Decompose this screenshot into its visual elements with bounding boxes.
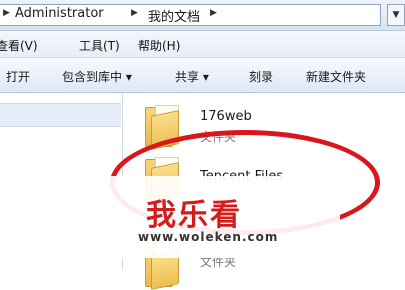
file-name-176web[interactable]: 176web bbox=[200, 109, 252, 124]
watermark-url: www.woleken.com bbox=[138, 230, 279, 244]
watermark-overlay: 我乐看 www.woleken.com bbox=[14, 176, 340, 258]
menu-view[interactable]: 查看(V) bbox=[0, 37, 38, 54]
menu-bar: 查看(V) 工具(T) 帮助(H) bbox=[0, 31, 405, 58]
breadcrumb-separator-icon[interactable]: ▶ bbox=[210, 8, 217, 18]
nav-selected-item[interactable] bbox=[0, 103, 121, 127]
burn-button[interactable]: 刻录 bbox=[249, 68, 273, 85]
share-button[interactable]: 共享 ▾ bbox=[175, 68, 209, 85]
new-folder-button[interactable]: 新建文件夹 bbox=[306, 68, 366, 85]
open-button[interactable]: 打开 bbox=[6, 68, 30, 85]
watermark-logo: 我乐看 bbox=[146, 198, 242, 233]
breadcrumb-separator-icon[interactable]: ▶ bbox=[131, 8, 138, 18]
menu-help[interactable]: 帮助(H) bbox=[138, 37, 180, 54]
breadcrumb-administrator[interactable]: Administrator bbox=[15, 6, 104, 21]
breadcrumb-my-documents[interactable]: 我的文档 bbox=[148, 6, 200, 25]
include-in-library-button[interactable]: 包含到库中 ▾ bbox=[62, 68, 132, 85]
menu-tools[interactable]: 工具(T) bbox=[79, 37, 120, 54]
breadcrumb-separator-icon[interactable]: ▶ bbox=[3, 8, 10, 18]
address-bar: ▶ Administrator ▶ 我的文档 ▶ ▼ bbox=[0, 0, 405, 31]
command-bar: 打开 包含到库中 ▾ 共享 ▾ 刻录 新建文件夹 bbox=[0, 58, 405, 93]
address-dropdown-button[interactable]: ▼ bbox=[387, 4, 405, 26]
